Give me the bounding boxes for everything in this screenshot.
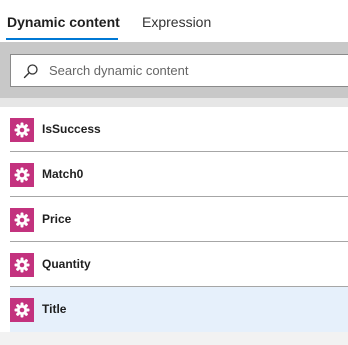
list-item-match0[interactable]: Match0 [10, 152, 348, 197]
divider-strip [0, 98, 348, 107]
tab-bar: Dynamic content Expression [0, 0, 348, 42]
dynamic-content-list: IsSuccess Match0 Price Quantity Title [0, 107, 348, 345]
dynamic-content-panel: Dynamic content Expression IsSuccess Mat… [0, 0, 348, 345]
gear-icon [10, 163, 34, 187]
list-item-label: IsSuccess [42, 122, 101, 136]
list-item-label: Title [42, 302, 67, 316]
search-icon [23, 64, 38, 79]
list-item-label: Quantity [42, 257, 91, 271]
gear-icon [10, 298, 34, 322]
list-item-title[interactable]: Title [10, 287, 348, 332]
list-item-label: Match0 [42, 167, 84, 181]
list-item-label: Price [42, 212, 72, 226]
search-box[interactable] [10, 54, 348, 87]
list-item-price[interactable]: Price [10, 197, 348, 242]
search-input[interactable] [49, 55, 348, 86]
list-item-quantity[interactable]: Quantity [10, 242, 348, 287]
gear-icon [10, 208, 34, 232]
list-item-issuccess[interactable]: IsSuccess [10, 107, 348, 152]
active-tab-indicator [6, 38, 118, 40]
gear-icon [10, 253, 34, 277]
gear-icon [10, 118, 34, 142]
search-zone [0, 42, 348, 98]
tab-expression[interactable]: Expression [142, 14, 211, 42]
bottom-strip [0, 332, 348, 345]
